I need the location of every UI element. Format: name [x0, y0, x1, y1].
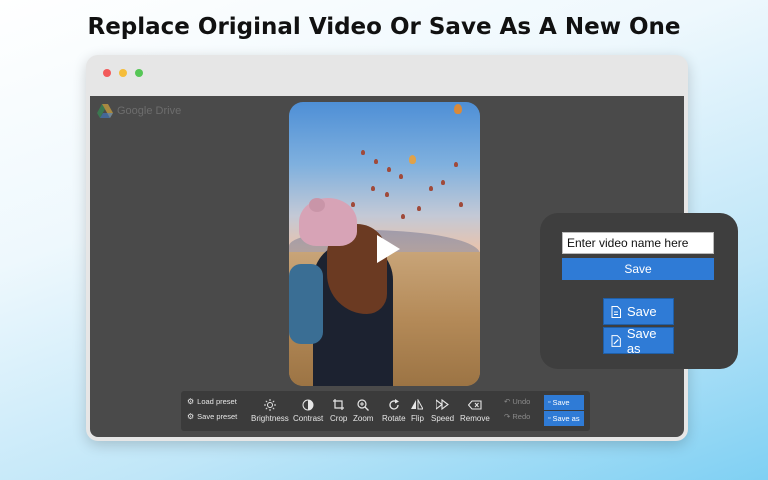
- maximize-dot[interactable]: [135, 69, 143, 77]
- save-preset-label: Save preset: [197, 412, 238, 421]
- zoom-label: Zoom: [353, 414, 374, 423]
- flip-icon: [411, 399, 424, 410]
- save-button-label: Save: [627, 304, 657, 319]
- contrast-tool[interactable]: Contrast: [293, 399, 323, 423]
- balloon: [454, 104, 462, 114]
- balloon: [454, 162, 458, 167]
- video-preview[interactable]: [289, 102, 480, 386]
- toolbar-save-button[interactable]: ▫ Save: [544, 395, 584, 410]
- google-drive-icon: [97, 104, 113, 118]
- minimize-dot[interactable]: [119, 69, 127, 77]
- balloon: [385, 192, 389, 197]
- woman-hat-pom: [309, 198, 325, 212]
- google-drive-label: Google Drive: [117, 105, 182, 117]
- undo-button[interactable]: ↶ Undo: [504, 397, 530, 406]
- load-preset-label: Load preset: [197, 397, 237, 406]
- brightness-tool[interactable]: Brightness: [251, 398, 289, 423]
- toolbar-save-label: Save: [552, 398, 570, 407]
- undo-icon: ↶: [504, 397, 511, 406]
- panel-save-button[interactable]: Save: [562, 258, 714, 280]
- balloon: [401, 214, 405, 219]
- page-headline: Replace Original Video Or Save As A New …: [87, 14, 681, 40]
- speed-tool[interactable]: Speed: [431, 399, 454, 423]
- zoom-tool[interactable]: Zoom: [353, 398, 374, 423]
- redo-button[interactable]: ↷ Redo: [504, 412, 530, 421]
- balloon: [459, 202, 463, 207]
- balloon: [351, 202, 355, 207]
- close-dot[interactable]: [103, 69, 111, 77]
- redo-icon: ↷: [504, 412, 511, 421]
- editor-toolbar: ⚙ Load preset ⚙ Save preset Brightness C: [181, 391, 590, 431]
- save-panel: Save Save Save as: [540, 213, 738, 369]
- load-preset-button[interactable]: ⚙ Load preset: [187, 397, 237, 406]
- save-preset-icon: ⚙: [187, 412, 195, 421]
- history-group: ↶ Undo ↷ Redo: [504, 397, 530, 421]
- woman-backpack: [289, 264, 323, 344]
- remove-tool[interactable]: Remove: [460, 399, 490, 423]
- google-drive-brand: Google Drive: [97, 104, 181, 118]
- flip-label: Flip: [411, 414, 424, 423]
- speed-icon: [436, 399, 449, 410]
- preset-group: ⚙ Load preset ⚙ Save preset: [187, 397, 237, 421]
- toolbar-save-as-label: Save as: [552, 414, 580, 423]
- crop-tool[interactable]: Crop: [330, 399, 347, 423]
- remove-label: Remove: [460, 414, 490, 423]
- brightness-icon: [263, 398, 276, 411]
- file-icon: ▫: [548, 399, 551, 406]
- flip-tool[interactable]: Flip: [411, 399, 424, 423]
- balloon: [441, 180, 445, 185]
- balloon: [409, 155, 416, 164]
- balloon: [417, 206, 421, 211]
- balloon: [371, 186, 375, 191]
- crop-icon: [333, 399, 345, 410]
- save-preset-button[interactable]: ⚙ Save preset: [187, 412, 237, 421]
- contrast-label: Contrast: [293, 414, 324, 423]
- balloon: [429, 186, 433, 191]
- balloon: [399, 174, 403, 179]
- undo-label: Undo: [512, 397, 531, 406]
- zoom-icon: [357, 398, 370, 411]
- balloon: [387, 167, 391, 172]
- file-edit-icon: [611, 334, 621, 347]
- toolbar-save-as-button[interactable]: ▫ Save as: [544, 411, 584, 426]
- contrast-icon: [302, 399, 314, 410]
- balloon: [374, 159, 378, 164]
- brightness-label: Brightness: [251, 414, 289, 423]
- window-controls: [103, 69, 143, 77]
- crop-label: Crop: [330, 414, 348, 423]
- save-as-button[interactable]: Save as: [603, 325, 674, 356]
- balloon: [361, 150, 365, 155]
- video-name-input[interactable]: [562, 232, 714, 254]
- rotate-tool[interactable]: Rotate: [382, 398, 406, 423]
- woman-hat: [299, 198, 357, 246]
- file-edit-icon: ▫: [548, 415, 551, 422]
- save-button[interactable]: Save: [603, 298, 674, 325]
- file-icon: [611, 305, 621, 318]
- play-icon[interactable]: [375, 234, 401, 264]
- save-group: ▫ Save ▫ Save as: [544, 395, 584, 426]
- save-as-button-label: Save as: [626, 325, 657, 356]
- speed-label: Speed: [431, 414, 455, 423]
- rotate-icon: [388, 398, 400, 410]
- load-preset-icon: ⚙: [187, 397, 195, 406]
- rotate-label: Rotate: [382, 414, 406, 423]
- redo-label: Redo: [512, 412, 531, 421]
- remove-icon: [467, 399, 482, 410]
